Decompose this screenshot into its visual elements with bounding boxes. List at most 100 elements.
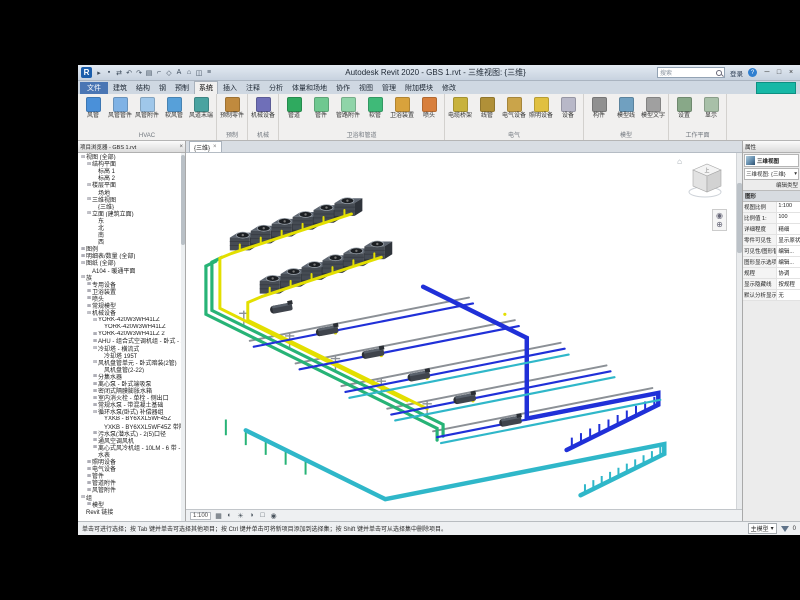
tree-item[interactable]: ⊟ 风机盘管单元 - 卧式暗装(2管) [78, 359, 185, 366]
tree-item[interactable]: ⊞ 管件 [78, 472, 185, 479]
tree-item[interactable]: 标高 2 [78, 174, 185, 181]
tree-item[interactable]: YXKB - BY6XXL5WF45Z [78, 415, 185, 422]
ribbon-tab[interactable]: 体量和场地 [288, 82, 331, 94]
tree-item[interactable]: 冷却塔 195T [78, 352, 185, 359]
ribbon-button[interactable]: 风管管件 [107, 95, 133, 133]
section-icon[interactable]: ◫ [194, 67, 204, 78]
ribbon-tab[interactable]: 预制 [171, 82, 193, 94]
tree-item[interactable]: ⊟ YORK-420W3WH41LZ [78, 316, 185, 323]
tree-item[interactable]: YXKB - BY6XXL5WF45Z 带隔振台 [78, 423, 185, 430]
browser-scrollbar[interactable] [181, 153, 185, 521]
tree-item[interactable]: ⊟ 机械设备 [78, 309, 185, 316]
file-tab[interactable]: 文件 [80, 82, 108, 94]
ribbon-button[interactable]: 风管附件 [134, 95, 160, 133]
ribbon-button[interactable]: 风管 [80, 95, 106, 133]
tree-item[interactable]: {三维} [78, 203, 185, 210]
ribbon-button[interactable]: 管路附件 [335, 95, 361, 130]
property-row[interactable]: 详细程度 精细 [743, 224, 800, 235]
property-row[interactable]: 规程 协调 [743, 268, 800, 279]
maximize-button[interactable]: □ [773, 67, 785, 78]
tree-item[interactable]: A104 - 暖通平面 [78, 267, 185, 274]
view-tab[interactable]: {三维} × [189, 141, 222, 152]
tree-item[interactable]: ⊞ 风管附件 [78, 486, 185, 493]
property-row[interactable]: 图形显示选项 编辑... [743, 257, 800, 268]
undo-icon[interactable]: ↶ [124, 67, 134, 78]
instance-selector[interactable]: 三维视图: {三维} ▾ [744, 168, 799, 180]
ribbon-tab[interactable]: 分析 [265, 82, 287, 94]
crop-view-icon[interactable]: □ [258, 512, 267, 520]
tree-item[interactable]: 水表 [78, 451, 185, 458]
ribbon-tab[interactable]: 建筑 [109, 82, 131, 94]
tree-item[interactable]: ⊞ 离心泵 - 卧式端吸泵 [78, 380, 185, 387]
search-input[interactable]: 搜索 [657, 67, 725, 78]
ribbon-tab[interactable]: 插入 [219, 82, 241, 94]
zoom-icon[interactable]: ⊕ [714, 220, 725, 229]
tree-item[interactable]: ⊟ 楼层平面 [78, 181, 185, 188]
minimize-button[interactable]: ─ [761, 67, 773, 78]
ribbon-button[interactable]: 预制零件 [219, 95, 245, 130]
tree-item[interactable]: ⊞ 室内消火栓 - 单栓 - 侧出口 [78, 394, 185, 401]
tag-icon[interactable]: ◇ [164, 67, 174, 78]
ribbon-button[interactable]: 构件 [586, 95, 612, 130]
tree-item[interactable]: 北 [78, 224, 185, 231]
tree-item[interactable]: ⊞ 污水泵(潜水式) - 2(5)口径 [78, 430, 185, 437]
close-icon[interactable]: × [213, 144, 217, 150]
tree-item[interactable]: ⊞ 离心式风冷机组 - 10LM - 6 带 - 335 - 175 Ch [78, 444, 185, 451]
ribbon-button[interactable]: 风道末端 [188, 95, 214, 133]
ribbon-tab[interactable]: 修改 [438, 82, 460, 94]
ribbon-button[interactable]: 模型文字 [640, 95, 666, 130]
tree-item[interactable]: ⊞ 图例 [78, 245, 185, 252]
tree-item[interactable]: ⊟ 三维视图 [78, 196, 185, 203]
tree-item[interactable]: ⊞ 明细表/数量 (全部) [78, 252, 185, 259]
contextual-tab-chip[interactable] [756, 82, 796, 94]
tree-item[interactable]: ⊞ 常规模型 [78, 302, 185, 309]
property-row[interactable]: 显示隐藏线 按规程 [743, 279, 800, 290]
ribbon-tab[interactable]: 视图 [355, 82, 377, 94]
tree-item[interactable]: 标高 1 [78, 167, 185, 174]
close-button[interactable]: × [785, 67, 797, 78]
tree-item[interactable]: ⊞ 密闭式隔膜膨胀水箱 [78, 387, 185, 394]
tree-item[interactable]: ⊞ 喷头 [78, 295, 185, 302]
tree-item[interactable]: ⊞ 通风空调风机 [78, 437, 185, 444]
ribbon-button[interactable]: 管道 [281, 95, 307, 130]
ribbon-button[interactable]: 软管 [362, 95, 388, 130]
ribbon-tab[interactable]: 系统 [194, 81, 218, 94]
visual-style-icon[interactable]: ◐ [225, 512, 234, 520]
tree-item[interactable]: ⊟ 图纸 (全部) [78, 259, 185, 266]
viewcube[interactable]: 上 [685, 158, 729, 202]
type-selector[interactable]: 三维视图 [744, 154, 799, 167]
property-row[interactable]: 默认分析显示样式 无 [743, 290, 800, 301]
ribbon-tab[interactable]: 钢 [155, 82, 170, 94]
property-row[interactable]: 可见性/图形替换 编辑... [743, 246, 800, 257]
tree-item[interactable]: ⊞ 模型 [78, 501, 185, 508]
tree-item[interactable]: ⊞ 专用设备 [78, 281, 185, 288]
ribbon-tab[interactable]: 注释 [242, 82, 264, 94]
default-3d-view-icon[interactable]: ⌂ [184, 67, 194, 78]
canvas-scrollbar[interactable] [736, 153, 742, 509]
ribbon-button[interactable]: 照明设备 [528, 95, 554, 130]
tree-item[interactable]: YORK-420W3WH41LZ [78, 323, 185, 330]
help-icon[interactable]: ? [748, 68, 757, 77]
property-row[interactable]: 零件可见性 显示原状态 [743, 235, 800, 246]
steering-wheel-icon[interactable]: ◉ [714, 211, 725, 220]
measure-icon[interactable]: ⌐ [154, 67, 164, 78]
print-icon[interactable]: ▤ [144, 67, 154, 78]
sync-icon[interactable]: ⇄ [114, 67, 124, 78]
ribbon-button[interactable]: 电气设备 [501, 95, 527, 130]
ribbon-button[interactable]: 机械设备 [250, 95, 276, 130]
tree-item[interactable]: ⊞ 电气设备 [78, 465, 185, 472]
tree-item[interactable]: ⊞ 分集水器 [78, 373, 185, 380]
tree-item[interactable]: ⊟ 循环水泵(卧式) 补偿器组 [78, 408, 185, 415]
sun-path-icon[interactable]: ☀ [236, 512, 245, 520]
detail-level-icon[interactable]: ▦ [214, 512, 223, 520]
drawing-view[interactable]: ⌂ 上 ◉⊕ [186, 153, 742, 509]
ribbon-tab[interactable]: 附加模块 [401, 82, 437, 94]
tree-item[interactable]: ⊟ 视图 (全部) [78, 153, 185, 160]
tree-item[interactable]: 风机盘管(2-22) [78, 366, 185, 373]
ribbon-button[interactable]: 管件 [308, 95, 334, 130]
ribbon-tab[interactable]: 管理 [378, 82, 400, 94]
ribbon-button[interactable]: 电缆桥架 [447, 95, 473, 130]
ribbon-tab[interactable]: 协作 [332, 82, 354, 94]
tree-item[interactable]: ⊞ YORK-420W3WH41LZ 2 [78, 330, 185, 337]
thin-lines-icon[interactable]: ≡ [204, 67, 214, 78]
